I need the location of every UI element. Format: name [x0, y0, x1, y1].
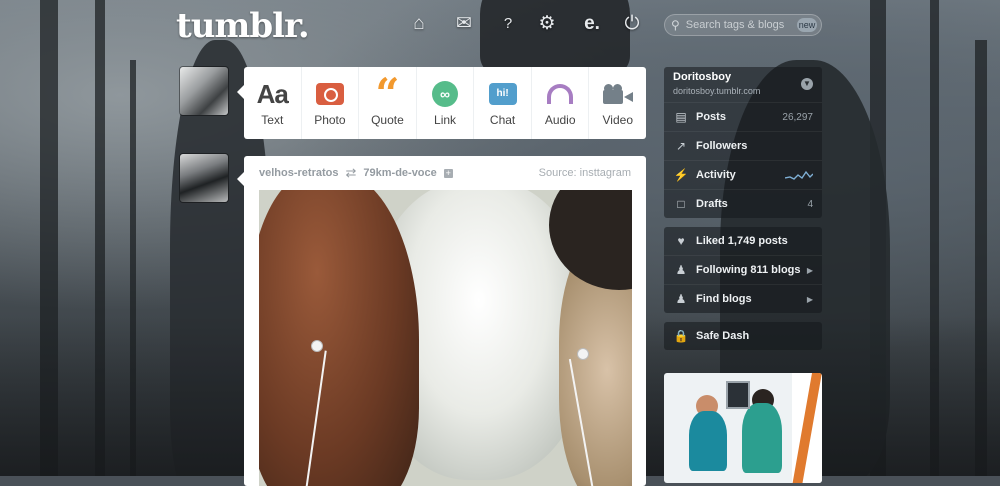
post-header: velhos-retratos ⇄ 79km-de-voce + Source:… — [244, 156, 646, 190]
post-source-link[interactable]: Source: insttagram — [539, 167, 631, 179]
chevron-right-icon: ▶ — [806, 294, 813, 304]
sidebar-item-following[interactable]: ♟ Following 811 blogs ▶ — [664, 255, 822, 284]
sidebar-item-activity[interactable]: ⚡ Activity — [664, 160, 822, 189]
blog-url[interactable]: doritosboy.tumblr.com — [673, 86, 813, 96]
sidebar-links-group: ♥ Liked 1,749 posts ♟ Following 811 blog… — [664, 227, 822, 313]
post-card: velhos-retratos ⇄ 79km-de-voce + Source:… — [244, 156, 646, 486]
dashboard-sidebar: Doritosboy doritosboy.tumblr.com ▼ ▤ Pos… — [664, 67, 822, 350]
reblog-icon: ⇄ — [345, 165, 357, 180]
sidebar-item-drafts[interactable]: □ Drafts 4 — [664, 189, 822, 218]
post-type-video[interactable]: Video — [589, 67, 646, 139]
user-icon: ♟ — [675, 263, 687, 277]
post-type-chat[interactable]: hi! Chat — [474, 67, 532, 139]
sidebar-item-label: Find blogs — [696, 293, 752, 305]
photo-icon — [315, 83, 344, 105]
post-author-avatar[interactable] — [180, 154, 228, 202]
follow-plus-icon[interactable]: + — [443, 168, 453, 178]
search-box[interactable]: ⚲ new — [664, 14, 822, 36]
text-icon: Aa — [256, 78, 289, 109]
sidebar-item-label: Posts — [696, 111, 726, 123]
lock-icon: 🔒 — [673, 329, 689, 343]
sidebar-item-label: Following 811 blogs — [696, 264, 801, 276]
drafts-icon: □ — [677, 197, 685, 211]
post-type-label: Quote — [371, 113, 404, 127]
post-photo[interactable] — [259, 190, 632, 486]
gear-icon[interactable]: ⚙ — [535, 13, 559, 35]
video-camera-icon — [602, 84, 633, 104]
post-type-link[interactable]: ∞ Link — [417, 67, 475, 139]
search-input[interactable] — [683, 18, 798, 32]
activity-sparkline — [785, 170, 813, 180]
post-type-label: Chat — [489, 113, 516, 127]
drafts-count: 4 — [807, 198, 813, 210]
home-icon[interactable]: ⌂ — [407, 13, 431, 35]
sidebar-item-posts[interactable]: ▤ Posts 26,297 — [664, 102, 822, 131]
post-type-label: Photo — [314, 113, 346, 127]
sidebar-item-find-blogs[interactable]: ♟ Find blogs ▶ — [664, 284, 822, 313]
chevron-down-icon[interactable]: ▼ — [801, 78, 813, 90]
search-badge: new — [797, 18, 817, 32]
sidebar-item-followers[interactable]: ↗ Followers — [664, 131, 822, 160]
post-type-bar: Aa Text Photo “ Quote ∞ Link hi! Chat Au… — [244, 67, 646, 139]
post-type-audio[interactable]: Audio — [532, 67, 590, 139]
user-avatar[interactable] — [180, 67, 228, 115]
add-user-icon: ♟ — [675, 292, 687, 306]
post-type-quote[interactable]: “ Quote — [359, 67, 417, 139]
post-pointer — [237, 172, 244, 186]
post-type-label: Video — [602, 113, 633, 127]
search-icon: ⚲ — [671, 18, 680, 32]
post-type-text[interactable]: Aa Text — [244, 67, 302, 139]
headphones-icon — [547, 84, 574, 104]
sidebar-item-safe-dash[interactable]: 🔒 Safe Dash — [664, 322, 822, 350]
sidebar-item-label: Activity — [696, 169, 736, 181]
help-icon[interactable]: ? — [496, 13, 520, 35]
sidebar-item-label: Safe Dash — [696, 330, 750, 342]
sidebar-item-label: Followers — [696, 140, 748, 152]
sidebar-item-liked[interactable]: ♥ Liked 1,749 posts — [664, 227, 822, 255]
post-type-label: Audio — [544, 113, 576, 127]
safe-dash-group: 🔒 Safe Dash — [664, 322, 822, 350]
posts-count: 26,297 — [782, 111, 813, 123]
explore-icon[interactable]: e. — [580, 13, 604, 35]
sidebar-item-label: Liked 1,749 posts — [696, 235, 788, 247]
sidebar-ad-image[interactable] — [664, 373, 822, 483]
followers-icon: ↗ — [675, 139, 687, 153]
link-icon: ∞ — [432, 81, 459, 107]
blog-header[interactable]: Doritosboy doritosboy.tumblr.com ▼ — [664, 67, 822, 102]
power-icon[interactable]: ⏻ — [620, 13, 644, 35]
post-type-label: Text — [261, 113, 284, 127]
reblogged-from-link[interactable]: velhos-retratos — [259, 167, 338, 179]
post-type-label: Link — [434, 113, 457, 127]
post-blog-link[interactable]: 79km-de-voce — [363, 167, 436, 179]
post-type-photo[interactable]: Photo — [302, 67, 360, 139]
quote-icon: “ — [375, 69, 400, 118]
activity-icon: ⚡ — [673, 168, 689, 182]
sidebar-item-label: Drafts — [696, 198, 728, 210]
blog-name[interactable]: Doritosboy — [673, 71, 813, 83]
chat-icon: hi! — [488, 83, 517, 105]
avatar-pointer — [237, 85, 244, 99]
heart-icon: ♥ — [677, 234, 685, 248]
tumblr-logo[interactable]: tumblr. — [176, 6, 310, 46]
posts-icon: ▤ — [675, 110, 687, 124]
inbox-icon[interactable]: ✉ — [452, 13, 476, 35]
chevron-right-icon: ▶ — [806, 265, 813, 275]
